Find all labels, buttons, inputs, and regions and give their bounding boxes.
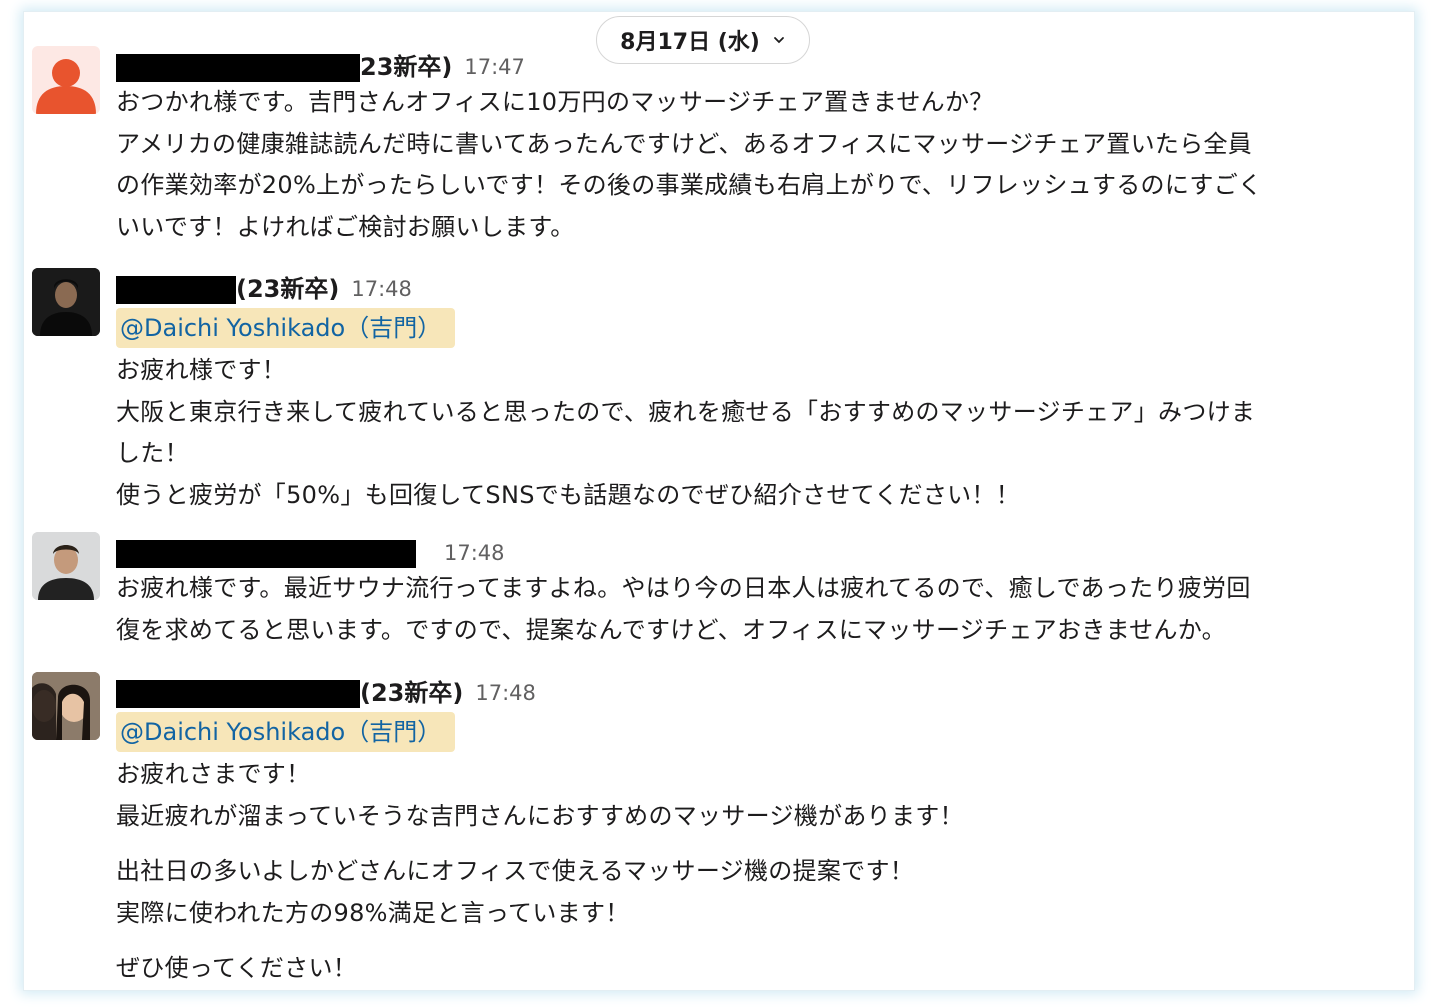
message-line: 出社日の多いよしかどさんにオフィスで使えるマッサージ機の提案です！ <box>116 857 915 885</box>
timestamp[interactable]: 17:47 <box>464 52 525 82</box>
author-suffix: 23新卒) <box>360 53 453 81</box>
user-photo-icon <box>32 268 100 336</box>
avatar[interactable] <box>32 268 100 336</box>
user-photo-icon <box>32 672 100 740</box>
message-line: お疲れさまです！ <box>116 760 311 788</box>
avatar[interactable] <box>32 672 100 740</box>
message-line: 実際に使われた方の98%満足と言っています！ <box>116 898 630 927</box>
redacted-name[interactable] <box>116 680 360 708</box>
message-line: の作業効率が20%上がったらしいです！その後の事業成績も右肩上がりで、リフレッシ… <box>116 171 1263 199</box>
author-suffix: (23新卒) <box>360 679 464 707</box>
user-mention[interactable]: @Daichi Yoshikado（吉門） <box>116 712 456 752</box>
timestamp[interactable]: 17:48 <box>351 274 412 304</box>
avatar[interactable] <box>32 532 100 600</box>
author-suffix: (23新卒) <box>236 275 340 303</box>
message-line: した！ <box>116 439 189 467</box>
message-line: 使うと疲労が「50%」も回復してSNSでも話題なのでぜひ紹介させてください！！ <box>116 480 1021 509</box>
message-line: お疲れ様です。最近サウナ流行ってますよね。やはり今の日本人は疲れてるので、癒しで… <box>116 574 1251 602</box>
message-line: 大阪と東京行き来して疲れていると思ったので、疲れを癒せる「おすすめのマッサージチ… <box>116 397 1256 426</box>
message-line: ぜひ使ってください！ <box>116 954 358 982</box>
user-mention[interactable]: @Daichi Yoshikado（吉門） <box>116 308 456 348</box>
user-photo-icon <box>32 532 100 600</box>
message-line: おつかれ様です。吉門さんオフィスに10万円のマッサージチェア置きませんか？ <box>116 88 994 116</box>
avatar[interactable] <box>32 46 100 114</box>
timestamp[interactable]: 17:48 <box>475 678 536 708</box>
message-pane: 8月17日 (水) 23新卒) 17:47 おつかれ様です。吉門さんオフィスに1… <box>24 12 1414 990</box>
redacted-name[interactable] <box>116 276 236 304</box>
chevron-down-icon <box>773 37 784 44</box>
message-line: 最近疲れが溜まっていそうな吉門さんにおすすめのマッサージ機があります！ <box>116 801 964 830</box>
message-line: いいです！よければご検討お願いします。 <box>116 212 575 241</box>
message-line: 復を求めてると思います。ですので、提案なんですけど、オフィスにマッサージチェアお… <box>116 615 1226 644</box>
timestamp[interactable]: 17:48 <box>444 538 505 568</box>
redacted-name[interactable] <box>116 540 416 568</box>
redacted-name[interactable] <box>116 54 360 82</box>
message-line: お疲れ様です！ <box>116 356 287 384</box>
default-user-icon <box>36 59 96 114</box>
message-line: アメリカの健康雑誌読んだ時に書いてあったんですけど、あるオフィスにマッサージチェ… <box>116 129 1253 158</box>
